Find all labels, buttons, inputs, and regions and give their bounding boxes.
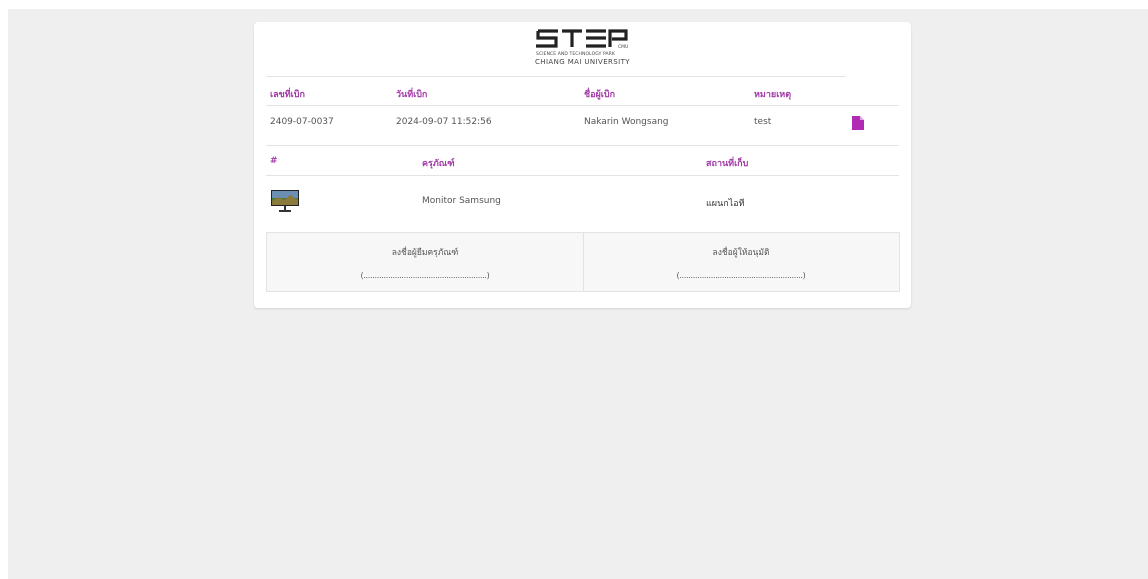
- items-header-divider: [266, 175, 899, 176]
- borrower-signature-line: (.......................................…: [360, 271, 490, 280]
- logo-tag: CMU: [618, 45, 629, 50]
- row-divider: [266, 145, 899, 146]
- header-divider: [266, 105, 899, 106]
- document-icon[interactable]: [852, 116, 864, 130]
- request-number: 2409-07-0037: [270, 117, 334, 127]
- header-index: #: [270, 156, 278, 166]
- borrower-signature-label: ลงชื่อผู้ยืมครุภัณฑ์: [391, 248, 459, 258]
- step-logo: CMU SCIENCE AND TECHNOLOGY PARK CHIANG M…: [530, 28, 640, 74]
- approver-signature-label: ลงชื่อผู้ให้อนุมัติ: [712, 248, 770, 258]
- header-note: หมายเหตุ: [754, 90, 792, 100]
- logo-subtitle: SCIENCE AND TECHNOLOGY PARK: [536, 52, 615, 57]
- page-background: CMU SCIENCE AND TECHNOLOGY PARK CHIANG M…: [8, 9, 1148, 579]
- signature-divider: [583, 233, 584, 291]
- header-requester: ชื่อผู้เบิก: [584, 90, 616, 100]
- header-request-number: เลขที่เบิก: [270, 90, 305, 100]
- approver-signature-line: (.......................................…: [676, 271, 806, 280]
- requester-name: Nakarin Wongsang: [584, 117, 669, 127]
- step-logo-mark: [536, 29, 628, 48]
- request-note: test: [754, 117, 772, 127]
- equipment-location: แผนกไอที: [706, 199, 745, 209]
- signature-box: ลงชื่อผู้ยืมครุภัณฑ์ (..................…: [266, 232, 900, 292]
- request-date: 2024-09-07 11:52:56: [396, 117, 492, 127]
- header-request-date: วันที่เบิก: [396, 90, 428, 100]
- logo-university: CHIANG MAI UNIVERSITY: [535, 58, 630, 66]
- header-location: สถานที่เก็บ: [706, 159, 749, 169]
- header-equipment: ครุภัณฑ์: [422, 159, 455, 169]
- request-card: CMU SCIENCE AND TECHNOLOGY PARK CHIANG M…: [254, 22, 911, 308]
- monitor-image: [271, 190, 299, 212]
- equipment-name: Monitor Samsung: [422, 196, 501, 206]
- logo-divider: [266, 76, 846, 77]
